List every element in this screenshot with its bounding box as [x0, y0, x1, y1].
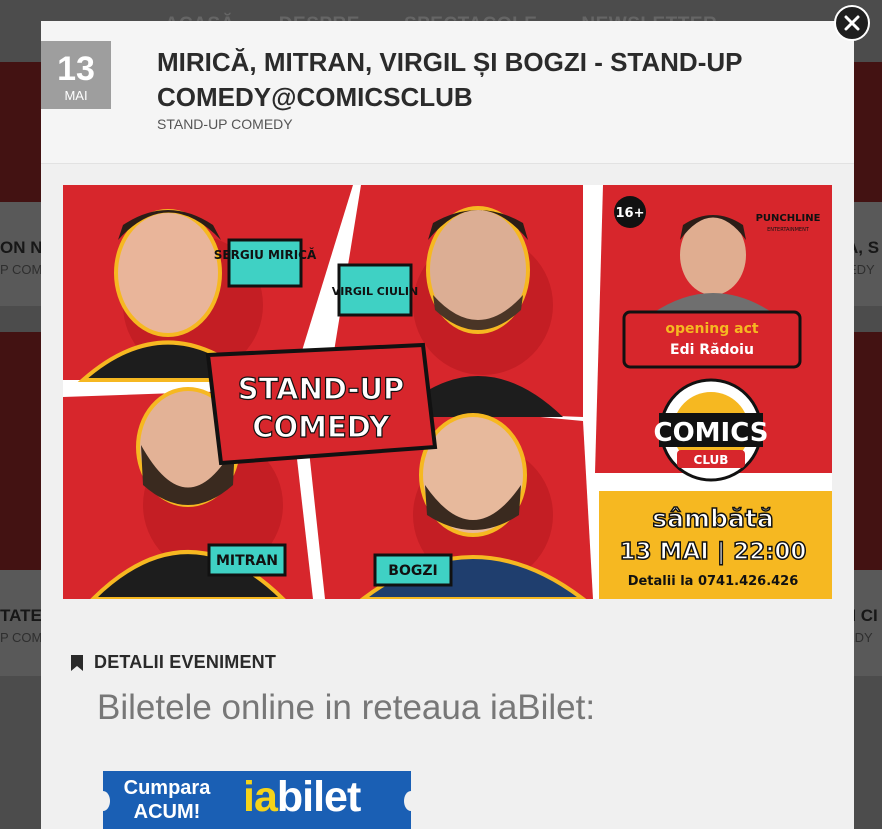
buy-button-label: Cumpara ACUM! — [119, 776, 215, 824]
opening-act-name: Edi Rădoiu — [670, 342, 754, 358]
name-tag-bogzi-text: BOGZI — [388, 563, 437, 579]
opening-act-label: opening act — [665, 321, 759, 337]
event-poster: SERGIU MIRICĂ VIRGIL CIULIN MITRAN BOGZI… — [63, 185, 832, 599]
date-month: MAI — [64, 88, 88, 103]
tickets-info-text: Biletele online in reteaua iaBilet: — [97, 688, 596, 727]
name-tag-mitran: MITRAN — [207, 543, 287, 577]
details-heading-text: DETALII EVENIMENT — [94, 652, 277, 672]
buy-button-line2: ACUM! — [133, 801, 201, 823]
producer-logo: PUNCHLINE — [756, 213, 821, 224]
date-day: 13 — [57, 50, 95, 88]
event-contact-text: Detalii la 0741.426.426 — [628, 574, 799, 589]
iabilet-logo: iabilet — [243, 773, 361, 822]
stand-up-comedy-badge: STAND-UP COMEDY — [205, 342, 438, 466]
event-modal: 13 MAI MIRICĂ, MITRAN, VIRGIL ȘI BOGZI -… — [41, 21, 854, 829]
bookmark-icon — [71, 654, 83, 671]
modal-header: 13 MAI MIRICĂ, MITRAN, VIRGIL ȘI BOGZI -… — [41, 21, 854, 164]
name-tag-mirica-line1: SERGIU MIRICĂ — [214, 247, 317, 262]
headline-line2: COMEDY — [252, 410, 391, 444]
event-title: MIRICĂ, MITRAN, VIRGIL ȘI BOGZI - STAND-… — [157, 47, 742, 112]
event-poster-art: SERGIU MIRICĂ VIRGIL CIULIN MITRAN BOGZI… — [63, 185, 832, 599]
name-tag-virgil-text: VIRGIL CIULIN — [332, 285, 418, 298]
name-tag-mitran-text: MITRAN — [216, 553, 278, 569]
details-heading: DETALII EVENIMENT — [70, 652, 276, 673]
headline-line1: STAND-UP — [238, 372, 405, 406]
buy-tickets-iabilet-button[interactable]: Cumpara ACUM! iabilet — [103, 771, 411, 829]
event-category: STAND-UP COMEDY — [157, 116, 293, 132]
name-tag-virgil: VIRGIL CIULIN — [332, 263, 418, 317]
event-datetime-text: 13 MAI | 22:00 — [620, 539, 807, 565]
buy-button-line1: Cumpara — [123, 777, 211, 799]
close-modal-button[interactable] — [834, 5, 870, 41]
producer-logo-sub: ENTERTAINMENT — [767, 227, 810, 233]
iabilet-logo-rest: bilet — [276, 773, 361, 821]
venue-logo-top: COMICS — [653, 418, 768, 448]
date-badge: 13 MAI — [41, 41, 111, 109]
name-tag-mirica: SERGIU MIRICĂ — [214, 238, 317, 288]
age-badge-text: 16+ — [616, 206, 645, 221]
opening-act-box: opening act Edi Rădoiu — [622, 310, 802, 369]
venue-logo-bottom: CLUB — [694, 453, 729, 467]
close-icon — [844, 15, 860, 31]
iabilet-logo-ia: ia — [243, 773, 278, 821]
name-tag-bogzi: BOGZI — [373, 553, 453, 587]
event-day-text: sâmbătă — [652, 504, 773, 533]
